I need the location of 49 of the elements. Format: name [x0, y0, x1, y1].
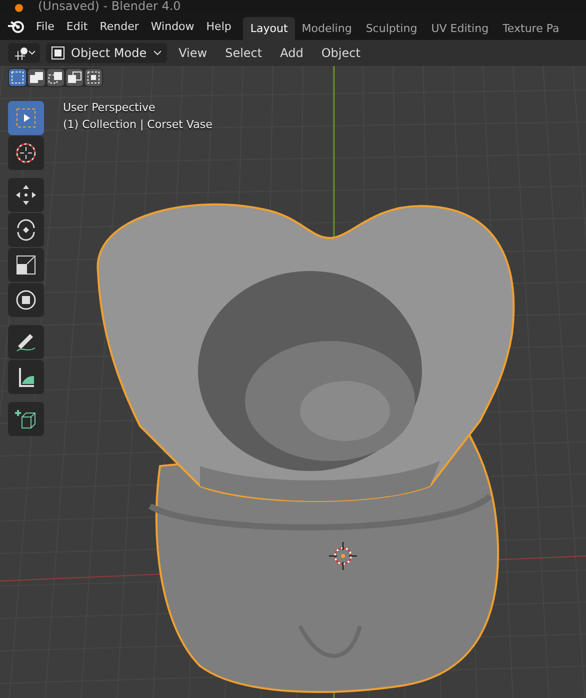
select-mode-button[interactable]	[9, 69, 26, 86]
header-menu[interactable]: View	[172, 44, 214, 62]
tool-button[interactable]	[8, 325, 44, 359]
blender-logo-icon	[14, 4, 24, 12]
tool-button[interactable]	[8, 213, 44, 247]
editor-type-button[interactable]	[8, 43, 40, 63]
workspace-tab[interactable]: Sculpting	[358, 16, 424, 40]
cursor-tool-icon	[14, 141, 38, 165]
tool-button[interactable]	[8, 402, 44, 436]
blender-logo-icon[interactable]	[6, 18, 26, 34]
mode-dropdown[interactable]: Object Mode	[46, 43, 167, 63]
tool-button[interactable]	[8, 248, 44, 282]
menu-item[interactable]: File	[30, 16, 60, 36]
object-mode-icon	[51, 46, 65, 60]
tool-button[interactable]	[8, 178, 44, 212]
header-menu[interactable]: Add	[274, 44, 310, 62]
select-tool-icon	[14, 106, 38, 130]
menu-item[interactable]: Edit	[60, 16, 94, 36]
difference-mode-icon	[67, 70, 82, 85]
object-label: (1) Collection | Corset Vase	[63, 118, 212, 131]
select-mode-button[interactable]	[66, 69, 83, 86]
header-menu[interactable]: Select	[219, 44, 268, 62]
extend-mode-icon	[29, 70, 44, 85]
intersect-mode-icon	[86, 70, 101, 85]
workspace-tab[interactable]: Modeling	[294, 16, 359, 40]
subtract-mode-icon	[48, 70, 63, 85]
workspace-tab[interactable]: Layout	[243, 16, 295, 40]
add-tool-icon	[14, 407, 38, 431]
caret-icon	[152, 50, 162, 56]
select-mode-button[interactable]	[47, 69, 64, 86]
tool-button[interactable]	[8, 283, 44, 317]
menu-item[interactable]: Window	[144, 16, 200, 36]
menu-item[interactable]: Help	[200, 16, 238, 36]
viewport-icon	[13, 46, 35, 60]
header-menu[interactable]: Object	[315, 44, 366, 62]
window-title: (Unsaved) - Blender 4.0	[38, 0, 181, 12]
workspace-tab[interactable]: Texture Pa	[496, 16, 566, 40]
set-mode-icon	[10, 70, 25, 85]
tool-button[interactable]	[8, 360, 44, 394]
scale-tool-icon	[14, 253, 38, 277]
3d-cursor-icon	[328, 542, 358, 570]
select-mode-button[interactable]	[28, 69, 45, 86]
transform-tool-icon	[14, 288, 38, 312]
move-tool-icon	[14, 183, 38, 207]
tool-button[interactable]	[8, 136, 44, 170]
workspace-tab[interactable]: UV Editing	[424, 16, 496, 40]
menu-item[interactable]: Render	[94, 16, 145, 36]
select-mode-button[interactable]	[85, 69, 102, 86]
view-label: User Perspective	[63, 101, 156, 114]
